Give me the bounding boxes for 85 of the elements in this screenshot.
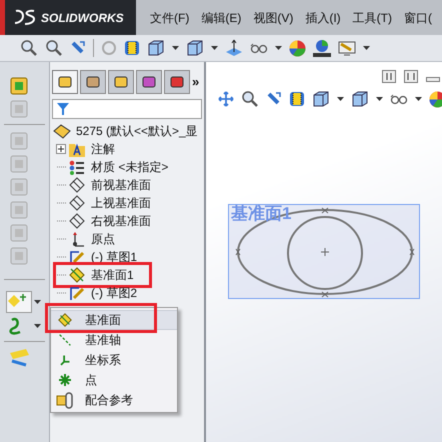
pan-icon[interactable] — [218, 91, 234, 107]
tree-item[interactable]: (-) 草图2 — [91, 284, 137, 302]
color-ball-icon[interactable] — [289, 40, 306, 56]
filter-field[interactable] — [52, 99, 202, 119]
menu-option[interactable]: 坐标系 — [51, 350, 177, 370]
plane-icon — [69, 267, 85, 283]
filter-icon[interactable] — [57, 103, 69, 115]
logo-mark-icon — [13, 8, 37, 26]
menu-option[interactable]: 配合参考 — [51, 390, 177, 410]
tree-item[interactable]: 材质 <未指定> — [91, 158, 168, 176]
caret-icon[interactable] — [34, 300, 41, 304]
appearance-tab[interactable] — [164, 70, 190, 94]
tab-icon — [57, 74, 73, 90]
logo-text: SOLIDWORKS — [41, 10, 124, 26]
view-orientation-icon[interactable] — [147, 39, 165, 57]
caret-icon[interactable] — [376, 97, 383, 101]
caret-icon[interactable] — [211, 46, 218, 50]
menu-option[interactable]: 点 — [51, 370, 177, 390]
target-tab[interactable] — [136, 70, 162, 94]
previous-view-icon[interactable] — [70, 40, 86, 56]
caret-icon[interactable] — [172, 46, 179, 50]
menu-item[interactable]: 编辑(E) — [201, 8, 242, 26]
caret-icon[interactable] — [363, 46, 370, 50]
folder-icon — [69, 142, 85, 156]
menu-option-label: 基准轴 — [84, 332, 121, 349]
monitor-icon[interactable] — [338, 40, 356, 56]
cube-icon[interactable] — [186, 39, 204, 57]
split-view-icon[interactable] — [382, 70, 396, 83]
menu-item[interactable]: 窗口( — [404, 8, 432, 26]
previous-view-icon[interactable] — [266, 91, 282, 107]
caret-icon[interactable] — [34, 324, 41, 328]
caret-icon[interactable] — [415, 97, 422, 101]
material-icon — [69, 160, 85, 174]
menu-item[interactable]: 工具(T) — [352, 8, 392, 26]
tree-item[interactable]: 原点 — [91, 230, 115, 248]
menu-option[interactable]: 基准轴 — [51, 330, 177, 350]
menu-option-label: 点 — [84, 372, 97, 389]
part-icon — [53, 122, 71, 138]
menu-item[interactable]: 文件(F) — [150, 8, 190, 26]
search-icon[interactable] — [241, 90, 259, 108]
plane-axis-icon[interactable] — [225, 39, 243, 57]
split-view-icon[interactable] — [404, 70, 418, 83]
property-tab[interactable] — [80, 70, 106, 94]
section-icon[interactable] — [124, 39, 140, 57]
plane-icon — [69, 195, 85, 211]
feature-tree-tab[interactable] — [52, 70, 78, 94]
plane-icon — [69, 213, 85, 229]
tree-item[interactable]: 右视基准面 — [91, 212, 151, 230]
tab-icon — [113, 74, 129, 90]
tree-root[interactable]: 5275 (默认<<默认>_显 — [76, 122, 198, 140]
sketch-icon — [69, 249, 85, 265]
glasses-icon[interactable] — [390, 93, 408, 105]
coordinate-system-icon — [60, 354, 70, 366]
paperclip-icon — [56, 391, 74, 409]
caret-icon[interactable] — [337, 97, 344, 101]
tab-icon — [169, 74, 185, 90]
plane-icon — [69, 177, 85, 193]
menu-item[interactable]: 插入(I) — [305, 8, 341, 26]
search-icon[interactable] — [20, 39, 38, 57]
glasses-icon[interactable] — [250, 42, 268, 54]
ruler-icon[interactable] — [8, 347, 32, 367]
tree-item[interactable]: 注解 — [91, 140, 115, 158]
section-icon[interactable] — [289, 90, 305, 108]
menu-option-label: 坐标系 — [84, 352, 121, 369]
cube-icon[interactable] — [351, 90, 369, 108]
tab-icon — [141, 74, 157, 90]
tab-icon — [85, 74, 101, 90]
plane-icon — [57, 312, 73, 328]
tree-item[interactable]: 上视基准面 — [91, 194, 151, 212]
menu-option-label: 基准面 — [84, 312, 121, 329]
configuration-tab[interactable] — [108, 70, 134, 94]
tree-item[interactable]: 前视基准面 — [91, 176, 151, 194]
more-tabs[interactable]: » — [192, 72, 200, 92]
menu-item[interactable]: 视图(V) — [253, 8, 294, 26]
caret-icon[interactable] — [275, 46, 282, 50]
axis-icon — [57, 332, 73, 348]
menu-option-label: 配合参考 — [84, 392, 133, 409]
asterisk-icon — [58, 373, 72, 387]
expand-icon[interactable] — [56, 144, 66, 154]
view-orientation-icon[interactable] — [312, 90, 330, 108]
tree-item[interactable]: 基准面1 — [91, 266, 134, 284]
search-icon[interactable] — [45, 39, 63, 57]
reference-geometry-icon[interactable] — [6, 291, 32, 313]
sketch-icon — [69, 285, 85, 301]
menu-option[interactable]: 基准面 — [51, 310, 177, 330]
